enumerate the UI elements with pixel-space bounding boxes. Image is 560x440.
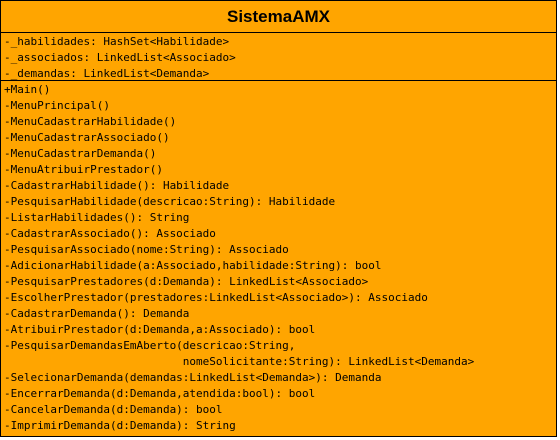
attribute-line: -_habilidades: HashSet<Habilidade> [4, 35, 230, 48]
method-line: -PesquisarAssociado(nome:String): Associ… [4, 243, 289, 256]
method-line: -CadastrarAssociado(): Associado [4, 227, 216, 240]
attributes-divider [1, 80, 556, 81]
method-line: -CadastrarDemanda(): Demanda [4, 307, 190, 320]
method-line: -MenuCadastrarDemanda() [4, 147, 157, 160]
name-divider [1, 32, 556, 33]
class-name: SistemaAMX [227, 7, 330, 26]
method-line: -EscolherPrestador(prestadores:LinkedLis… [4, 291, 428, 304]
method-line-continuation: nomeSolicitante:String): LinkedList<Dema… [4, 355, 475, 368]
method-line: -PesquisarDemandasEmAberto(descricao:Str… [4, 339, 296, 352]
method-line: -PesquisarPrestadores(d:Demanda): Linked… [4, 275, 369, 288]
method-line: -AtribuirPrestador(d:Demanda,a:Associado… [4, 323, 316, 336]
method-line: -ListarHabilidades(): String [4, 211, 190, 224]
method-line: -EncerrarDemanda(d:Demanda,atendida:bool… [4, 387, 316, 400]
uml-class-box: SistemaAMX -_habilidades: HashSet<Habili… [0, 0, 557, 437]
method-line: -MenuCadastrarAssociado() [4, 131, 170, 144]
attributes-compartment: -_habilidades: HashSet<Habilidade> -_ass… [4, 34, 236, 82]
method-line: -CancelarDemanda(d:Demanda): bool [4, 403, 223, 416]
method-line: -PesquisarHabilidade(descricao:String): … [4, 195, 336, 208]
methods-compartment: +Main() -MenuPrincipal() -MenuCadastrarH… [4, 82, 474, 434]
method-line: -MenuAtribuirPrestador() [4, 163, 163, 176]
attribute-line: -_associados: LinkedList<Associado> [4, 51, 236, 64]
method-line: +Main() [4, 83, 51, 96]
method-line: -MenuCadastrarHabilidade() [4, 115, 177, 128]
method-line: -SelecionarDemanda(demandas:LinkedList<D… [4, 371, 382, 384]
method-line: -CadastrarHabilidade(): Habilidade [4, 179, 230, 192]
method-line: -MenuPrincipal() [4, 99, 110, 112]
method-line: -ImprimirDemanda(d:Demanda): String [4, 419, 236, 432]
method-line: -AdicionarHabilidade(a:Associado,habilid… [4, 259, 382, 272]
